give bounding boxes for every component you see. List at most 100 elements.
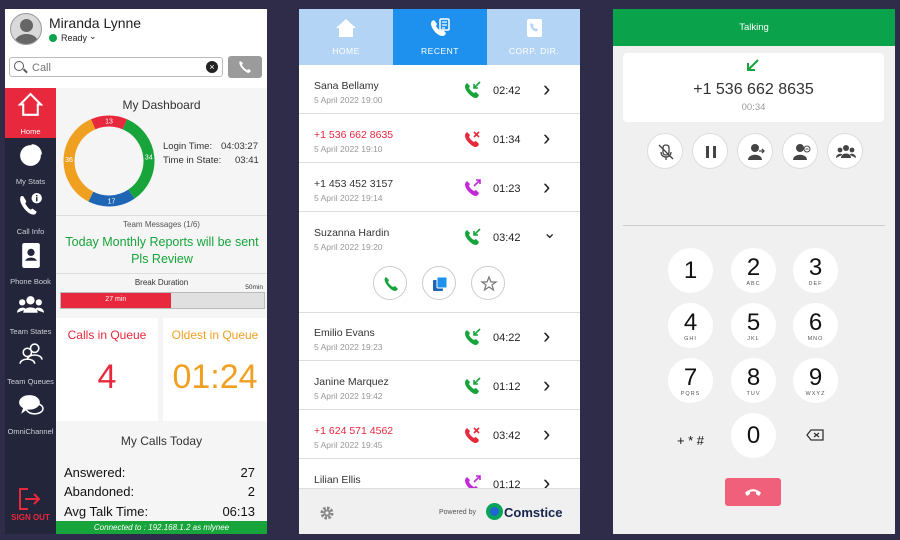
my-calls-today-title: My Calls Today [120, 434, 203, 448]
call-date: 5 April 2022 19:23 [314, 342, 383, 352]
caller-number: +1 536 662 8635 [693, 81, 814, 98]
key-digit: 5 [746, 309, 761, 336]
missed-call-icon [465, 131, 480, 147]
hang-up-icon [745, 489, 761, 496]
avatar[interactable] [10, 13, 42, 45]
donut-segment-label: 36 [65, 157, 73, 164]
chevron-right-icon[interactable]: › [543, 421, 550, 447]
key-7[interactable]: 7 PQRS [668, 358, 713, 403]
status-dot-icon [49, 34, 57, 42]
conference-icon [793, 144, 811, 160]
key-letters: ABC [746, 281, 761, 287]
key-9[interactable]: 9 WXYZ [793, 358, 838, 403]
state-donut-chart: 13 34 17 36 [63, 115, 155, 207]
sidebar-item-my-stats[interactable]: My Stats [5, 138, 56, 188]
key-digit: 9 [808, 364, 823, 391]
chevron-right-icon[interactable]: › [543, 174, 550, 200]
key-digit: 1 [683, 257, 698, 284]
copy-button[interactable] [422, 266, 456, 300]
consult-button[interactable] [782, 133, 818, 169]
star-icon [480, 275, 498, 292]
outgoing-call-icon [465, 179, 481, 196]
team-messages-label: Team Messages (1/6) [123, 220, 200, 229]
hold-button[interactable] [692, 133, 728, 169]
call-date: 5 April 2022 19:14 [314, 193, 383, 203]
caller-name: Emilio Evans [314, 327, 375, 339]
call-input[interactable] [32, 60, 202, 75]
tab-home[interactable]: HOME [299, 9, 393, 65]
key-digit: 2 [746, 254, 761, 281]
key-3[interactable]: 3 DEF [793, 248, 838, 293]
key-8[interactable]: 8 TUV [731, 358, 776, 403]
sidebar-item-phone-book[interactable]: Phone Book [5, 238, 56, 288]
backspace-icon [806, 429, 824, 441]
oldest-in-queue-value: 01:24 [172, 358, 258, 396]
chevron-down-icon[interactable]: ⌄ [543, 223, 556, 243]
avg-talk-time-value: 06:13 [222, 504, 255, 519]
backspace-button[interactable] [793, 413, 838, 458]
key-symbols[interactable]: + * # [668, 413, 713, 458]
key-6[interactable]: 6 MNO [793, 303, 838, 348]
sidebar-item-call-info[interactable]: Call Info [5, 188, 56, 238]
key-5[interactable]: 5 JKL [731, 303, 776, 348]
sidebar-item-team-queues[interactable]: Team Queues [5, 338, 56, 388]
recent-call-row[interactable]: Janine Marquez 5 April 2022 19:42 01:12 › [299, 362, 580, 410]
recent-call-row[interactable]: Suzanna Hardin 5 April 2022 19:20 03:42 ⌄ [299, 213, 580, 261]
chevron-right-icon[interactable]: › [543, 323, 550, 349]
mute-icon [658, 144, 674, 160]
brand-name: Comstice [504, 505, 563, 520]
key-2[interactable]: 2 ABC [731, 248, 776, 293]
comstice-logo-icon [486, 503, 503, 520]
mute-button[interactable] [647, 133, 683, 169]
key-digit: 4 [683, 309, 698, 336]
sign-out-button[interactable]: SIGN OUT [5, 480, 56, 530]
pie-chart-icon [20, 142, 44, 166]
favorite-button[interactable] [471, 266, 505, 300]
caller-name: +1 624 571 4562 [314, 425, 394, 437]
call-search-box[interactable]: × [9, 57, 223, 77]
gear-icon[interactable] [319, 505, 335, 521]
call-back-button[interactable] [373, 266, 407, 300]
clear-icon[interactable]: × [206, 61, 218, 73]
sidebar-item-home[interactable]: Home [5, 88, 56, 138]
group-icon [836, 145, 856, 158]
agent-status[interactable]: Ready [61, 33, 87, 43]
oldest-in-queue-card: Oldest in Queue 01:24 [163, 318, 267, 421]
hold-icon [706, 146, 716, 158]
connection-status: Connected to : 192.168.1.2 as mlynee [56, 521, 267, 534]
key-digit: 3 [808, 254, 823, 281]
key-letters: PQRS [680, 391, 701, 397]
chevron-right-icon[interactable]: › [543, 125, 550, 151]
transfer-button[interactable] [737, 133, 773, 169]
key-1[interactable]: 1 [668, 248, 713, 293]
key-digit: 6 [808, 309, 823, 336]
dial-button[interactable] [228, 56, 262, 78]
recent-call-row[interactable]: +1 536 662 8635 5 April 2022 19:10 01:34 › [299, 115, 580, 163]
key-0[interactable]: 0 [731, 413, 776, 458]
sidebar-item-team-states[interactable]: Team States [5, 288, 56, 338]
tab-recent[interactable]: RECENT [393, 9, 487, 65]
footer: Powered by Comstice [299, 488, 580, 534]
recent-call-row[interactable]: +1 624 571 4562 5 April 2022 19:45 03:42 › [299, 411, 580, 459]
recent-call-row[interactable]: Emilio Evans 5 April 2022 19:23 04:22 › [299, 313, 580, 361]
break-value: 27 min [105, 296, 127, 303]
sidebar-item-omnichannel[interactable]: OmniChannel [5, 388, 56, 438]
key-4[interactable]: 4 GHI [668, 303, 713, 348]
chevron-down-icon[interactable]: ⌄ [89, 31, 97, 42]
conference-button[interactable] [827, 133, 863, 169]
divider [56, 215, 267, 216]
abandoned-value: 2 [247, 484, 255, 499]
team-message[interactable]: Today Monthly Reports will be sent Pls R… [62, 234, 262, 268]
recent-call-row[interactable]: Sana Bellamy 5 April 2022 19:00 02:42 › [299, 66, 580, 114]
active-call-panel: Talking +1 536 662 8635 00:34 1 2 ABC 3 DEF 4… [613, 9, 895, 534]
answered-label: Answered: [64, 465, 126, 480]
divider [56, 273, 267, 274]
hang-up-button[interactable] [725, 478, 781, 506]
recent-call-row[interactable]: +1 453 452 3157 5 April 2022 19:14 01:23 › [299, 164, 580, 212]
tab-bar: HOME RECENT CORP. DIR. [299, 9, 580, 65]
tab-corp-dir[interactable]: CORP. DIR. [487, 9, 580, 65]
chevron-right-icon[interactable]: › [543, 76, 550, 102]
powered-by-label: Powered by [439, 509, 476, 516]
key-letters: WXYZ [805, 391, 826, 397]
chevron-right-icon[interactable]: › [543, 372, 550, 398]
